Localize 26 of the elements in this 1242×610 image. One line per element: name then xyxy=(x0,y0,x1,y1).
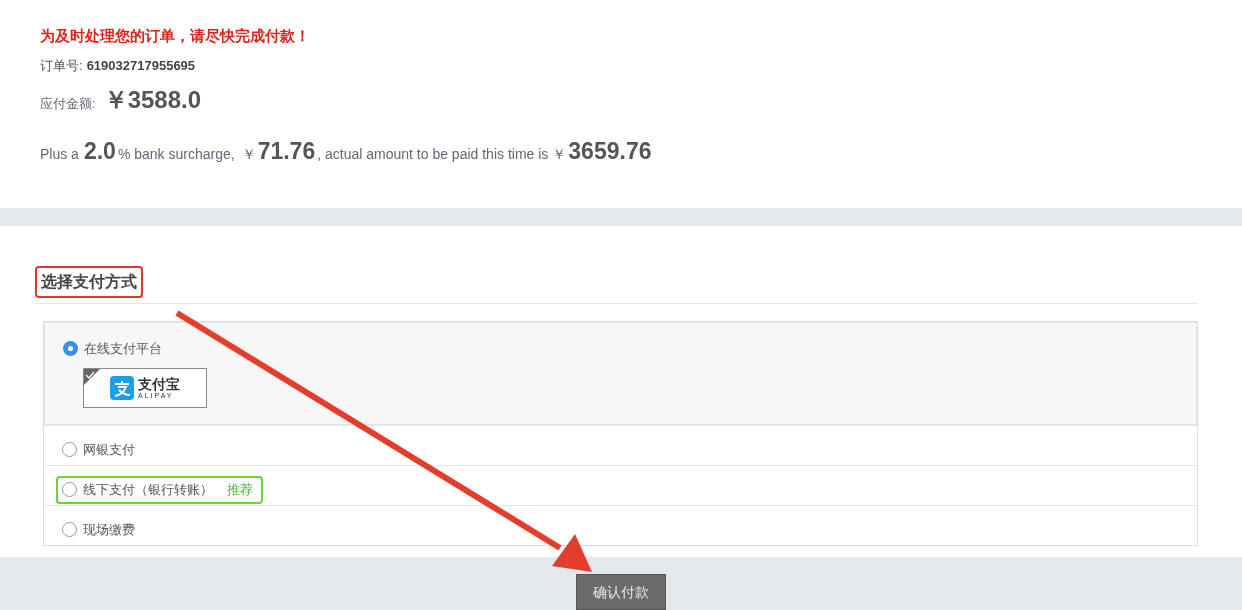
amount-figure: 3659.76 xyxy=(568,136,652,166)
recommended-tag: 推荐 xyxy=(227,480,253,500)
radio-button[interactable] xyxy=(62,522,77,538)
surcharge-text: % bank surcharge, xyxy=(117,144,235,164)
amount-value: ￥3588.0 xyxy=(103,84,202,115)
alipay-logo-icon xyxy=(110,376,134,401)
radio-button[interactable] xyxy=(63,340,78,356)
surcharge-text: , actual amount to be paid this time is xyxy=(317,144,549,164)
option-label: 在线支付平台 xyxy=(84,339,162,358)
option-label: 网银支付 xyxy=(83,441,135,460)
order-number-label: 订单号: xyxy=(40,57,83,75)
amount-figure: 2.0 xyxy=(83,136,116,166)
radio-button[interactable] xyxy=(62,482,77,498)
option-label: 线下支付（银行转账） xyxy=(83,481,213,500)
order-number: 619032717955695 xyxy=(86,57,196,75)
option-label: 现场缴费 xyxy=(83,521,135,540)
alipay-name: 支付宝 xyxy=(138,377,180,392)
amount-figure: 71.76 xyxy=(257,136,316,166)
currency-sign: ￥ xyxy=(241,144,256,164)
currency-sign: ￥ xyxy=(552,144,567,164)
radio-button[interactable] xyxy=(62,442,77,458)
surcharge-text: Plus a xyxy=(40,144,79,164)
amount-label: 应付金额: xyxy=(40,94,96,113)
notice-text: 为及时处理您的订单，请尽快完成付款！ xyxy=(40,26,310,46)
confirm-payment-button[interactable]: 确认付款 xyxy=(576,574,666,610)
section-heading: 选择支付方式 xyxy=(35,265,143,298)
